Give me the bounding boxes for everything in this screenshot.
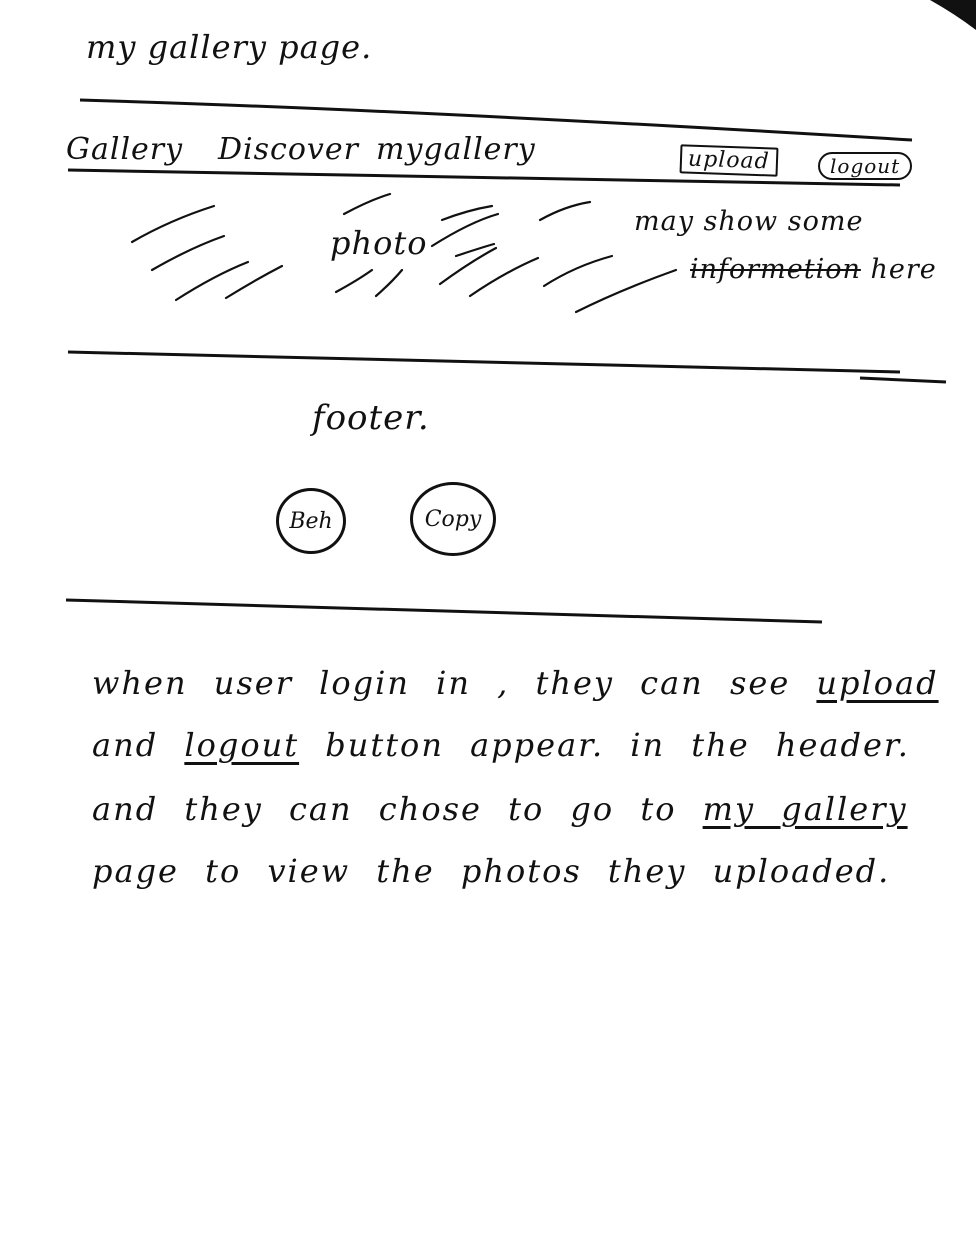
info-text-line2: informetion here bbox=[690, 254, 937, 285]
note-line-4: page to view the photos they uploaded. bbox=[92, 852, 891, 890]
info-struck-word: informetion bbox=[690, 254, 861, 285]
corner-smudge bbox=[930, 0, 976, 30]
sketch-page: my gallery page. Gallery Discover mygall… bbox=[0, 0, 976, 1248]
sketch-lines bbox=[65, 0, 976, 624]
note-text: button appear. in the header. bbox=[299, 726, 910, 764]
note-text: when user login in , they can see bbox=[92, 664, 817, 702]
note-line-2: and logout button appear. in the header. bbox=[92, 726, 910, 764]
nav-gallery[interactable]: Gallery bbox=[66, 132, 183, 167]
nav-mygallery[interactable]: mygallery bbox=[376, 132, 536, 167]
note-upload: upload bbox=[816, 664, 939, 702]
content-bottom-line bbox=[67, 350, 901, 374]
note-line-1: when user login in , they can see upload bbox=[92, 664, 939, 702]
note-mygallery: my gallery bbox=[702, 790, 908, 828]
info-text-line1: may show some bbox=[634, 206, 864, 237]
page-title: my gallery page. bbox=[86, 28, 373, 66]
upload-button[interactable]: upload bbox=[679, 144, 779, 177]
note-logout: logout bbox=[184, 726, 300, 764]
content-bottom-line-2 bbox=[859, 376, 947, 384]
info-rest: here bbox=[860, 254, 937, 285]
note-line-3: and they can chose to go to my gallery bbox=[92, 790, 908, 828]
nav-discover[interactable]: Discover bbox=[218, 132, 359, 167]
photo-placeholder-label: photo bbox=[330, 224, 428, 262]
note-text: and they can chose to go to bbox=[92, 790, 703, 828]
behance-icon[interactable]: Beh bbox=[276, 488, 346, 554]
social-copy-icon[interactable]: Copy bbox=[410, 482, 496, 556]
footer-bottom-line bbox=[65, 598, 823, 624]
logout-button[interactable]: logout bbox=[818, 152, 913, 180]
note-text: and bbox=[92, 726, 185, 764]
footer-label: footer. bbox=[312, 398, 430, 438]
